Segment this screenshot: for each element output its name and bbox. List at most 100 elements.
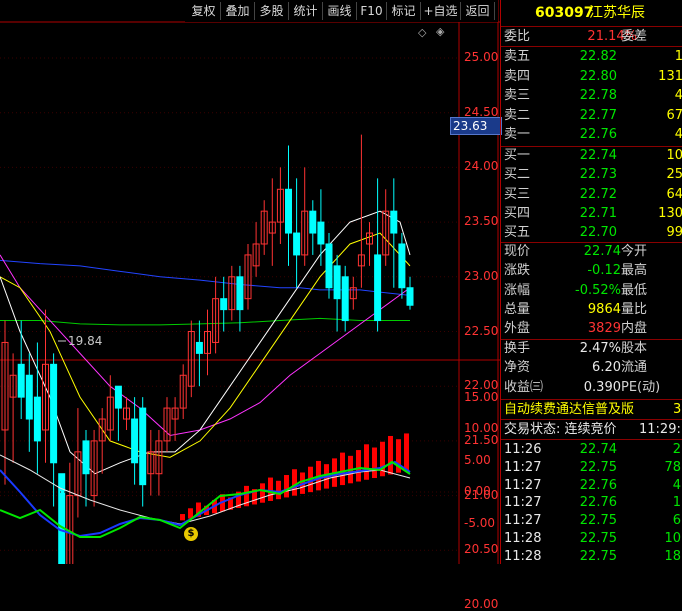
kline-chart-area[interactable]: ◇ ◈ 25.00 24.50 24.00 23.50 23.00 22.50 22.00 2…	[0, 0, 502, 611]
stock-name: 江苏华辰	[589, 5, 645, 21]
candle-body	[131, 418, 139, 464]
macd-bar	[372, 447, 377, 479]
toolbar-button-2[interactable]: 多股	[255, 2, 289, 20]
promo-row[interactable]: 自动续费通达信普及版 30	[501, 400, 682, 419]
tick-price: 22.75	[579, 513, 617, 529]
tick-price: 22.74	[579, 442, 617, 457]
quote-value: 3829	[587, 321, 621, 337]
ask-label: 卖一	[504, 127, 531, 142]
ask-row: 卖五 22.82 1	[501, 47, 682, 66]
tick-time: 11:26	[504, 442, 542, 457]
fundamental-label2: 股本	[621, 341, 648, 356]
tick-row: 11:27 22.76 1	[501, 493, 682, 512]
candle-body	[333, 265, 341, 300]
bid-volume: 64	[666, 186, 682, 202]
tick-row: 11:27 22.75 78	[501, 458, 682, 477]
bid-volume: 10	[666, 148, 682, 163]
candle-body	[309, 210, 317, 234]
macd-bar	[404, 433, 409, 471]
candle-body	[195, 341, 203, 354]
tick-price: 22.75	[579, 459, 617, 475]
quote-row: 涨跌 -0.12 最高	[501, 261, 682, 280]
fundamental-row: 收益㈢ 0.390 PE(动)	[501, 378, 682, 397]
diamond-icon[interactable]: ◇	[418, 26, 426, 39]
indicator-axis-tick: 0.00	[464, 484, 491, 499]
price-axis-tick: 23.00	[464, 268, 499, 283]
candle-body	[82, 440, 90, 475]
kline-chart[interactable]	[0, 0, 500, 611]
trade-status-label: 交易状态: 连续竞价	[504, 422, 617, 437]
ask-volume: 1	[674, 49, 682, 64]
toolbar-button-5[interactable]: F10	[357, 2, 387, 20]
tick-row: 11:28 22.75 18	[501, 547, 682, 566]
trade-status-time: 11:29:	[639, 422, 681, 437]
macd-bar	[276, 480, 281, 500]
candle-body	[390, 210, 398, 234]
ask-row: 卖三 22.78 4	[501, 86, 682, 105]
toolbar-button-4[interactable]: 画线	[323, 2, 357, 20]
candle-body	[236, 276, 244, 311]
tick-volume: 1	[672, 495, 681, 511]
quote-label: 总量	[504, 301, 531, 317]
promo-suffix: 30	[673, 402, 682, 417]
candle-body	[17, 363, 25, 398]
ask-volume: 4	[674, 127, 682, 142]
toolbar-button-6[interactable]: 标记	[387, 2, 421, 20]
ask-price: 22.77	[579, 107, 617, 123]
quote-value: -0.52%	[575, 282, 621, 298]
ask-price: 22.82	[579, 49, 617, 64]
promo-link[interactable]: 自动续费通达信普及版	[504, 400, 634, 419]
tick-time: 11:27	[504, 513, 542, 529]
quote-label2: 量比	[621, 301, 648, 317]
bid-label: 买二	[504, 167, 531, 183]
low-price-marker: 19.84	[68, 334, 103, 348]
ask-label: 卖三	[504, 88, 531, 103]
tick-price: 22.75	[579, 531, 617, 546]
fundamental-label2: PE(动)	[621, 379, 661, 395]
tick-time: 11:28	[504, 531, 542, 546]
quote-value: 9864	[587, 301, 621, 317]
fundamental-row: 净资 6.20 流通	[501, 358, 682, 377]
macd-bar	[340, 452, 345, 486]
order-ratio-label: 委比	[504, 29, 531, 44]
crosshair-icon[interactable]: ◈	[436, 25, 444, 38]
bid-label: 买三	[504, 186, 531, 202]
toolbar-button-8[interactable]: 返回	[461, 2, 495, 20]
toolbar-button-7[interactable]: +自选	[421, 2, 461, 20]
tick-time: 11:28	[504, 548, 542, 564]
bid-row: 买四 22.71 130	[501, 204, 682, 223]
bid-volume: 99	[666, 225, 682, 241]
ask-volume: 67	[666, 107, 682, 123]
macd-bar	[364, 444, 369, 480]
tick-time: 11:27	[504, 495, 542, 511]
price-axis-tick: 23.50	[464, 214, 499, 229]
quote-row: 总量 9864 量比	[501, 300, 682, 319]
tick-volume: 10	[664, 531, 681, 546]
toolbar-button-0[interactable]: 复权	[187, 2, 221, 20]
bid-volume: 130	[658, 205, 682, 221]
candle-body	[220, 298, 228, 311]
bid-price: 22.73	[579, 167, 617, 183]
fundamental-value: 0.390	[583, 379, 621, 395]
order-ratio-row: 委比 21.14% 委差	[501, 27, 682, 46]
ask-volume: 131	[658, 68, 682, 84]
tick-time: 11:27	[504, 459, 542, 475]
dollar-signal-icon[interactable]: $	[184, 527, 198, 541]
tick-row: 11:26 22.74 2	[501, 440, 682, 459]
toolbar-button-3[interactable]: 统计	[289, 2, 323, 20]
ask-row: 卖二 22.77 67	[501, 106, 682, 125]
ask-row: 卖四 22.80 131	[501, 67, 682, 86]
bid-price: 22.72	[579, 186, 617, 202]
bid-price: 22.74	[579, 148, 617, 163]
candle-body	[398, 243, 406, 289]
quote-row: 外盘 3829 内盘	[501, 319, 682, 338]
quote-label2: 最低	[621, 282, 648, 298]
indicator-axis-tick: -5.00	[464, 515, 496, 530]
candle-body	[25, 374, 33, 420]
candle-body	[293, 232, 301, 256]
ask-label: 卖四	[504, 68, 531, 84]
bid-row: 买三 22.72 64	[501, 185, 682, 204]
toolbar: 复权 叠加 多股 统计 画线 F10 标记 +自选 返回	[185, 0, 498, 22]
bid-label: 买一	[504, 148, 531, 163]
toolbar-button-1[interactable]: 叠加	[221, 2, 255, 20]
